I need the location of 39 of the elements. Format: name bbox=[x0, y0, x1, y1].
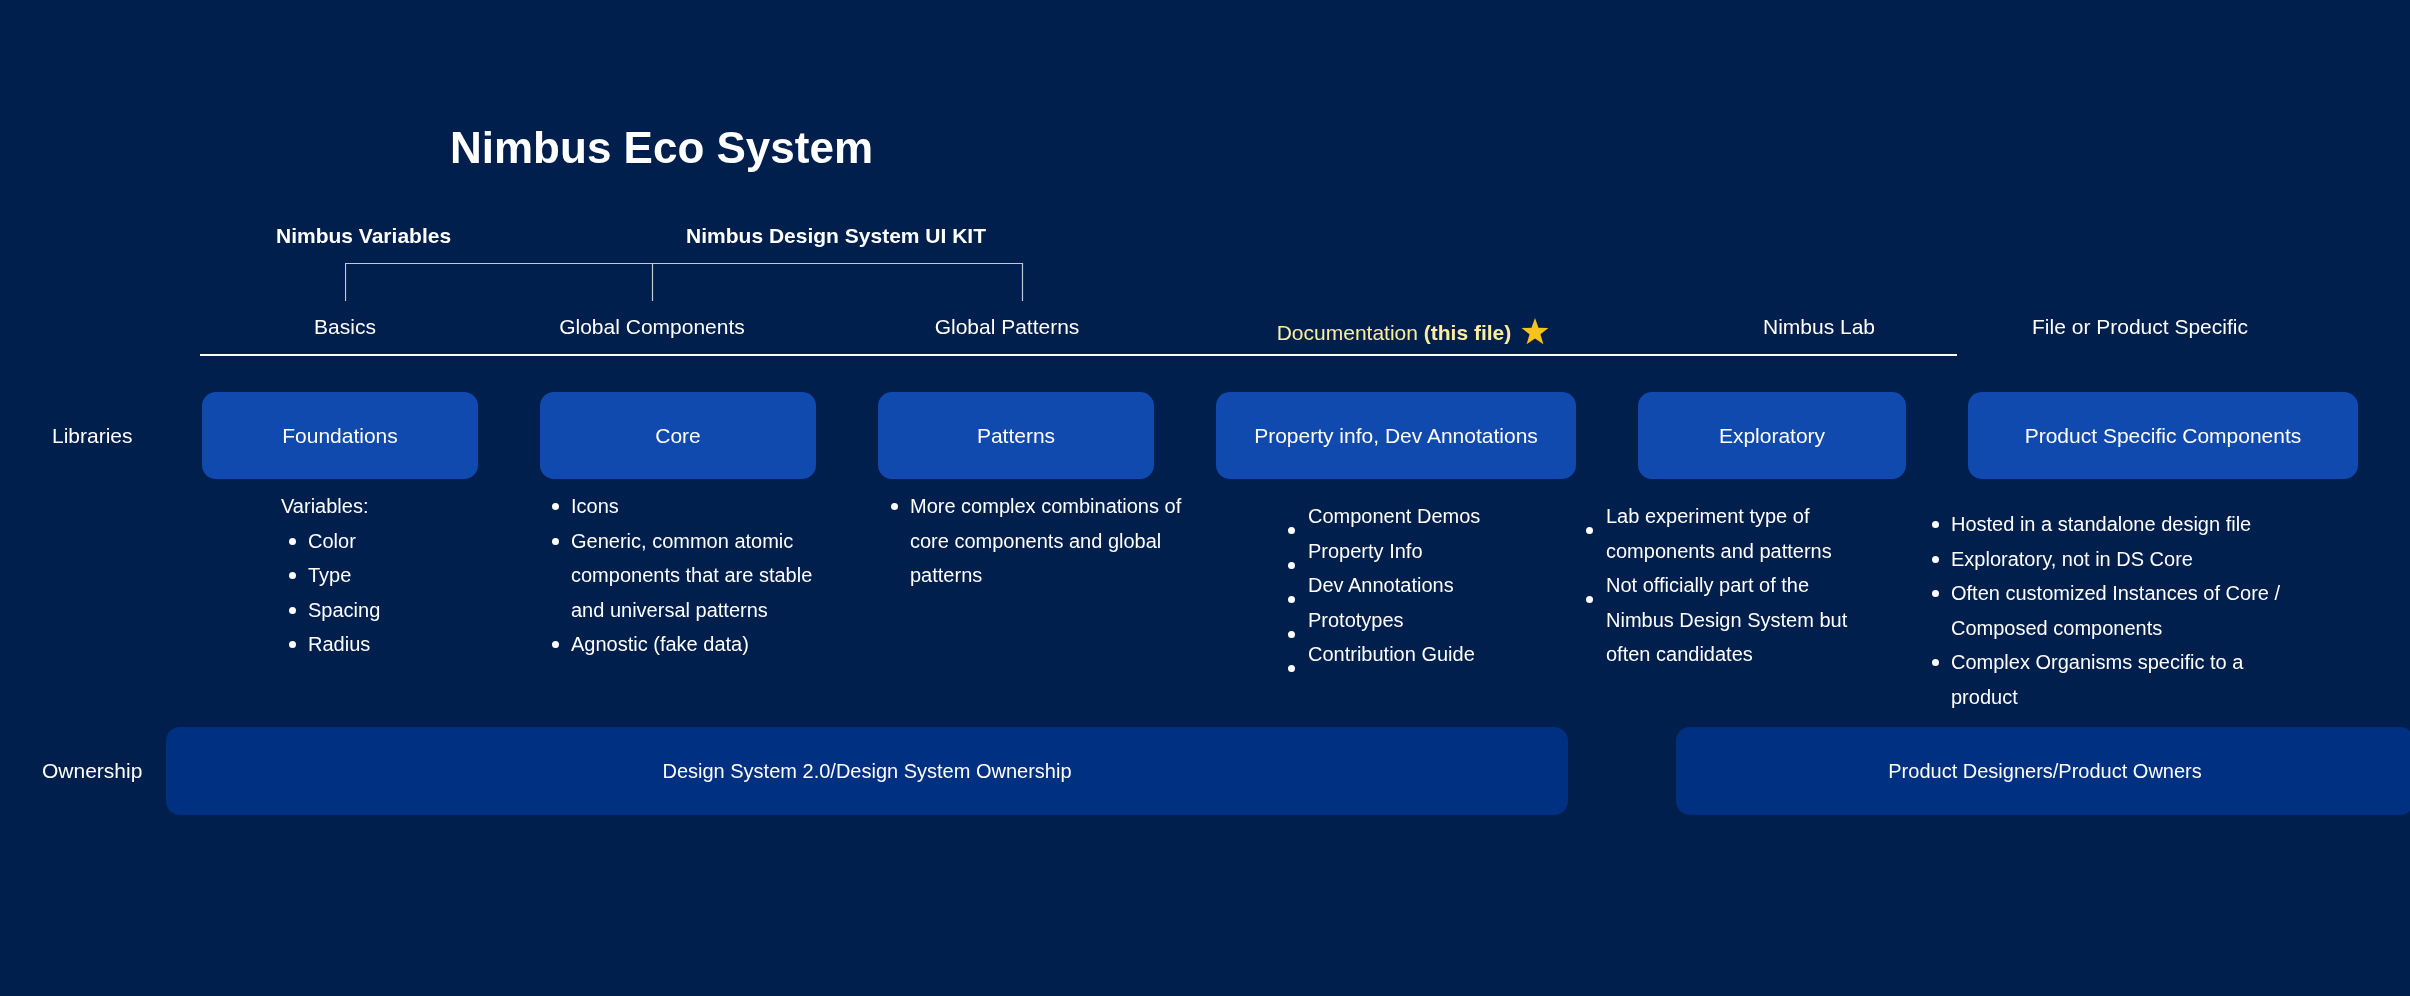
list-item: Complex Organisms specific to a product bbox=[1951, 650, 2245, 710]
row-label: Ownership bbox=[41, 759, 143, 783]
category-label: Documentation (this file) bbox=[1276, 320, 1512, 346]
list-item: Often customized Instances of Core / Composed components bbox=[1951, 581, 2282, 641]
list-item: Dev Annotations bbox=[1308, 573, 1454, 598]
list-item: Component Demos bbox=[1308, 504, 1481, 529]
library-box: Foundations bbox=[202, 392, 478, 479]
list-item: Property Info bbox=[1308, 538, 1423, 564]
list-item: Contribution Guide bbox=[1308, 642, 1475, 667]
library-box: Core bbox=[540, 392, 816, 479]
list-item: Icons bbox=[571, 494, 619, 519]
library-box: Patterns bbox=[878, 392, 1154, 479]
diagram-title: Nimbus Eco System bbox=[450, 123, 874, 173]
list-intro: Variables: bbox=[281, 494, 370, 519]
list-item: Exploratory, not in DS Core bbox=[1951, 546, 2193, 572]
category-label: Basics bbox=[314, 314, 376, 340]
category-label: Global Patterns bbox=[934, 314, 1080, 340]
list-item: Not officially part of the Nimbus Design System but often candidates bbox=[1606, 573, 1849, 667]
list-item: More complex combinations of core components and global patterns bbox=[910, 494, 1183, 588]
ownership-bar: Product Designers/Product Owners bbox=[1676, 727, 2410, 815]
list-item: Prototypes bbox=[1308, 607, 1404, 633]
category-label: File or Product Specific bbox=[2032, 314, 2248, 340]
list-item: Generic, common atomic components that are stable and universal patterns bbox=[571, 528, 814, 623]
list-item: Lab experiment type of components and patterns bbox=[1606, 504, 1833, 564]
ownership-bar: Design System 2.0/Design System Ownership bbox=[166, 727, 1568, 815]
group-label: Nimbus Variables bbox=[276, 223, 452, 249]
list-item: Radius bbox=[308, 632, 371, 657]
row-label: Libraries bbox=[51, 423, 133, 448]
list-item: Type bbox=[308, 563, 352, 588]
list-item: Agnostic (fake data) bbox=[571, 632, 749, 657]
category-label: Nimbus Lab bbox=[1762, 314, 1876, 340]
category-label: Global Components bbox=[559, 314, 745, 340]
library-box: Exploratory bbox=[1638, 392, 1906, 479]
list-item: Spacing bbox=[308, 597, 381, 623]
list-item: Color bbox=[308, 528, 356, 554]
library-box: Product Specific Components bbox=[1968, 392, 2358, 479]
group-label: Nimbus Design System UI KIT bbox=[686, 223, 986, 249]
library-box: Property info, Dev Annotations bbox=[1216, 392, 1576, 479]
list-item: Hosted in a standalone design file bbox=[1951, 512, 2252, 537]
